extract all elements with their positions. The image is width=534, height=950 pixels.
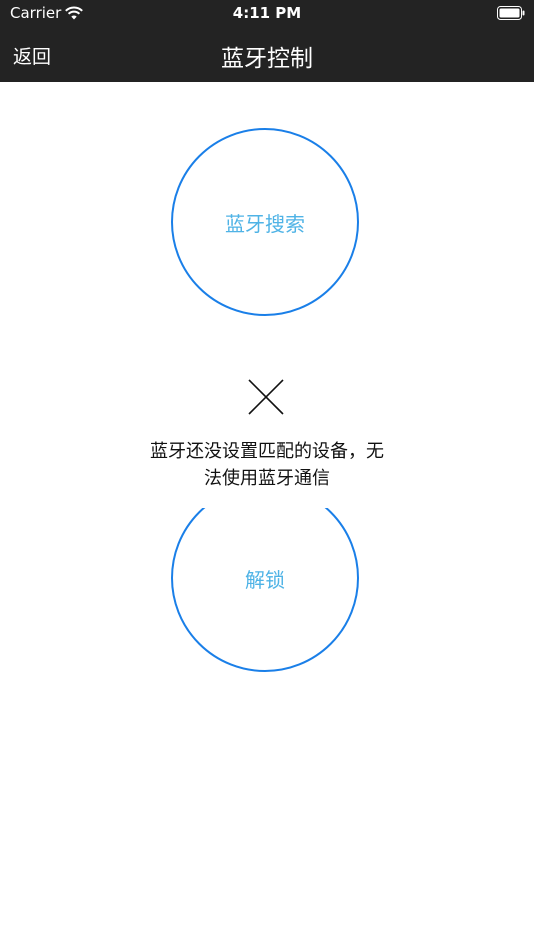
top-bar: Carrier 4:11 PM 返回 蓝牙控制 xyxy=(0,0,534,82)
unlock-button[interactable]: 解锁 xyxy=(171,484,359,672)
message-line-2: 法使用蓝牙通信 xyxy=(204,468,330,489)
bluetooth-search-button[interactable]: 蓝牙搜索 xyxy=(171,128,359,316)
screen: Carrier 4:11 PM 返回 蓝牙控制 蓝牙搜索 解锁 蓝牙还没设置匹配… xyxy=(0,0,534,950)
page-title: 蓝牙控制 xyxy=(221,46,313,72)
status-bar: Carrier 4:11 PM xyxy=(0,0,534,28)
bluetooth-warning-message: 蓝牙还没设置匹配的设备，无 法使用蓝牙通信 xyxy=(126,436,408,508)
status-time: 4:11 PM xyxy=(232,4,302,22)
close-icon xyxy=(248,379,284,415)
bluetooth-search-label: 蓝牙搜索 xyxy=(225,211,305,236)
battery-icon xyxy=(497,6,525,20)
navigation-bar: 返回 蓝牙控制 xyxy=(0,28,534,82)
unlock-label: 解锁 xyxy=(245,567,285,592)
message-line-1: 蓝牙还没设置匹配的设备，无 xyxy=(150,441,384,462)
